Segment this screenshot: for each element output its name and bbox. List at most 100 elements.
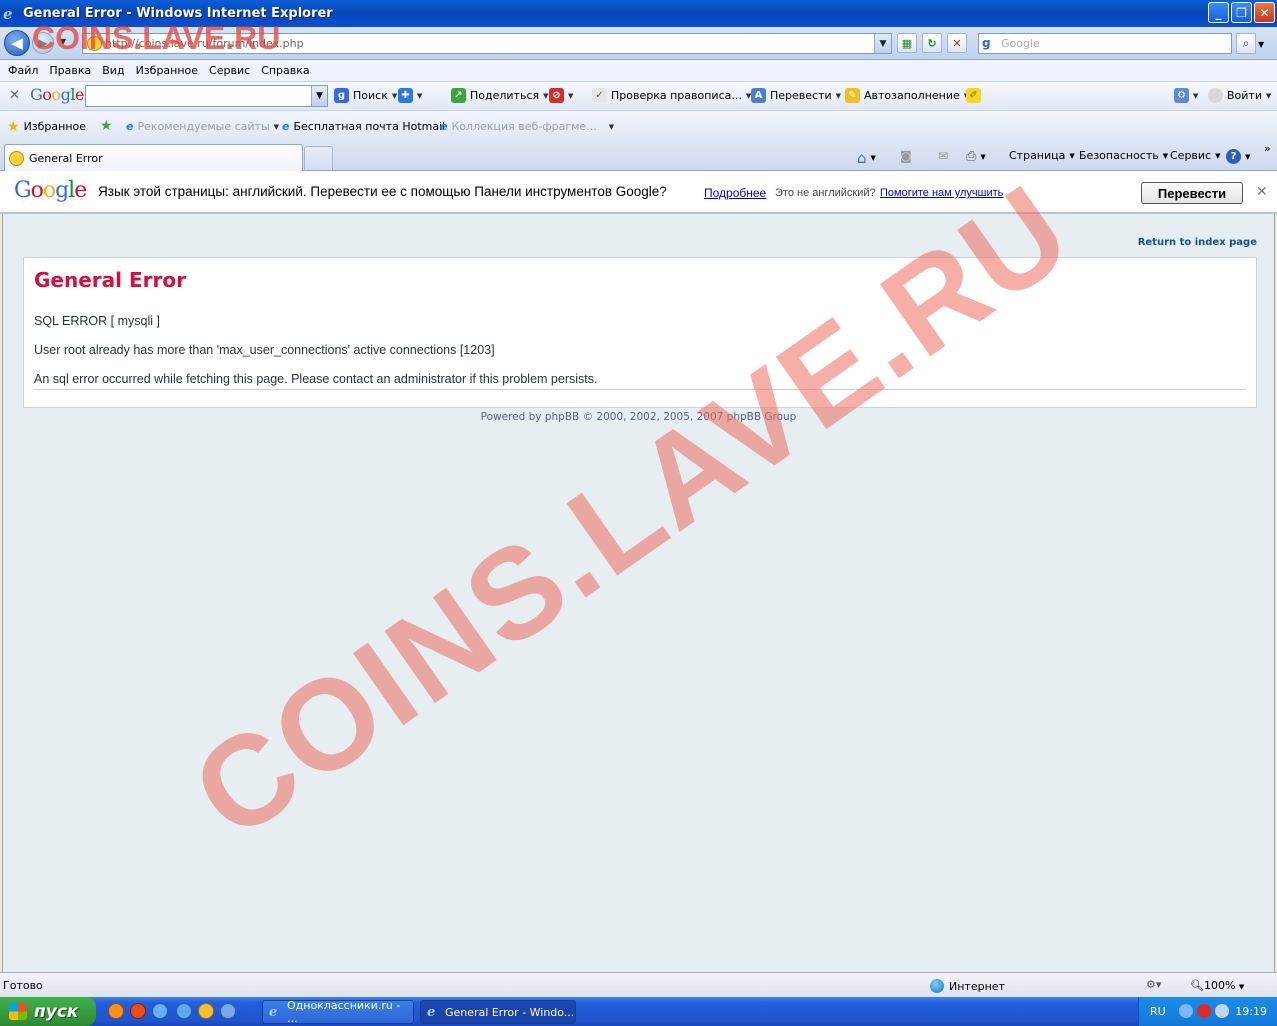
spellcheck-button[interactable]: ✓ Проверка правописа... ▼ — [592, 88, 751, 103]
chevron-down-icon[interactable]: ▼ — [836, 92, 841, 100]
address-dropdown-icon[interactable]: ▼ — [874, 34, 891, 53]
chevron-down-icon[interactable]: ▼ — [609, 123, 614, 131]
spellcheck-label: Проверка правописа... — [611, 89, 742, 102]
globe-icon — [930, 979, 944, 993]
close-button[interactable]: ✕ — [1254, 2, 1275, 23]
tray-chevron-icon[interactable] — [1179, 1004, 1193, 1018]
popup-blocker-button[interactable]: ⊘ ▼ — [549, 88, 573, 103]
menu-view[interactable]: Вид — [102, 64, 124, 77]
webslices-link[interactable]: e Коллекция веб-фрагме... ▼ — [440, 120, 614, 133]
chevron-down-icon[interactable]: ▼ — [274, 123, 279, 131]
google-toolbar-search-input[interactable]: ▼ — [85, 85, 328, 107]
chevron-down-icon[interactable]: ▼ — [1193, 92, 1198, 100]
chevron-down-icon[interactable]: ▼ — [871, 154, 876, 162]
safety-menu-button[interactable]: Безопасность ▼ — [1079, 149, 1168, 162]
tray-antivirus-icon[interactable] — [1197, 1004, 1211, 1018]
close-translate-bar-icon[interactable]: ✕ — [1256, 184, 1268, 200]
more-chevron-button[interactable]: » — [1264, 142, 1271, 155]
chevron-down-icon[interactable]: ▼ — [980, 153, 985, 161]
quicklaunch-browser-icon[interactable] — [152, 1003, 168, 1019]
chevron-down-icon[interactable]: ▼ — [1215, 152, 1220, 160]
add-favorites-button[interactable]: ★ — [100, 119, 113, 133]
chevron-down-icon[interactable]: ▼ — [543, 92, 548, 100]
search-button[interactable]: ⌕ — [1236, 33, 1256, 54]
translate-more-link[interactable]: Подробнее — [704, 186, 766, 200]
tab-general-error[interactable]: General Error — [4, 144, 303, 171]
back-button[interactable]: ◀ — [4, 30, 30, 56]
wrench-icon: ⚙ — [1174, 88, 1189, 103]
favorites-label: Избранное — [23, 120, 87, 133]
menu-edit[interactable]: Правка — [49, 64, 91, 77]
minimize-button[interactable]: _ — [1208, 2, 1229, 23]
menu-help[interactable]: Справка — [261, 64, 309, 77]
media-player-icon[interactable] — [198, 1003, 214, 1019]
menu-tools[interactable]: Сервис — [209, 64, 250, 77]
share-label: Поделиться — [470, 89, 540, 102]
chevron-down-icon[interactable]: ▼ — [1069, 152, 1074, 160]
search-options-dropdown-icon[interactable]: ▼ — [1258, 40, 1264, 49]
show-desktop-icon[interactable] — [220, 1003, 236, 1019]
chevron-down-icon[interactable]: ▼ — [1245, 153, 1250, 161]
home-button[interactable]: ⌂ ▼ — [857, 149, 876, 167]
return-to-index-link[interactable]: Return to index page — [1138, 237, 1257, 248]
mail-button[interactable]: ✉ — [938, 149, 948, 163]
taskbar-item-general-error[interactable]: e General Error - Windo... — [420, 1000, 576, 1024]
maximize-button[interactable]: ❐ — [1231, 2, 1252, 23]
stop-icon[interactable]: ✕ — [947, 33, 967, 53]
signin-button[interactable]: Войти ▼ — [1208, 88, 1271, 103]
highlighter-button[interactable]: ✐ — [966, 88, 981, 103]
chevron-down-icon[interactable]: ▼ — [1239, 983, 1244, 991]
autofill-icon: ✎ — [845, 88, 860, 103]
suggested-sites-link[interactable]: e Рекомендуемые сайты ▼ — [126, 120, 279, 133]
help-menu-button[interactable]: ? ▼ — [1226, 149, 1250, 164]
protected-mode-icon[interactable]: ⚙▾ — [1146, 978, 1161, 991]
menu-file[interactable]: Файл — [8, 64, 38, 77]
zoom-level[interactable]: 🔍︎100% ▼ — [1190, 979, 1244, 992]
webslices-label: Коллекция веб-фрагме... — [451, 120, 597, 133]
start-button[interactable]: пуск — [0, 997, 96, 1026]
google-plus-button[interactable]: ✚ ▼ — [398, 88, 422, 103]
language-indicator[interactable]: RU — [1150, 1005, 1166, 1018]
chevron-down-icon[interactable]: ▼ — [568, 92, 573, 100]
translate-page-button[interactable]: Перевести — [1141, 182, 1243, 204]
google-search-dropdown-icon[interactable]: ▼ — [311, 86, 327, 106]
print-button[interactable]: ⎙ ▼ — [966, 149, 986, 164]
menu-favorites[interactable]: Избранное — [136, 64, 198, 77]
taskbar-item-odnoklassniki[interactable]: e Одноклассники.ru - ... — [262, 999, 414, 1025]
window-controls: _ ❐ ✕ — [1208, 2, 1275, 23]
chevron-down-icon[interactable]: ▼ — [417, 92, 422, 100]
translate-button[interactable]: A Перевести ▼ — [751, 88, 841, 103]
tools-menu-button[interactable]: Сервис ▼ — [1170, 149, 1221, 162]
window-title: General Error - Windows Internet Explore… — [23, 6, 333, 21]
google-g-icon: g — [334, 88, 349, 103]
menu-bar: Файл Правка Вид Избранное Сервис Справка — [0, 60, 1277, 82]
quicklaunch-app-icon[interactable] — [108, 1003, 124, 1019]
google-toolbar: ✕ Google ▼ g Поиск ▼ ✚ ▼ ↗ Поделиться ▼ … — [0, 82, 1277, 111]
settings-wrench-button[interactable]: ⚙ ▼ — [1174, 88, 1198, 103]
firefox-icon[interactable] — [130, 1003, 146, 1019]
popup-blocker-icon: ⊘ — [549, 88, 564, 103]
toolbar-close-icon[interactable]: ✕ — [9, 88, 20, 103]
watermark-top: COINS.LAVE.RU — [32, 20, 281, 56]
chevron-down-icon[interactable]: ▼ — [1266, 92, 1271, 100]
tools-menu-label: Сервис — [1170, 149, 1212, 162]
hotmail-label: Бесплатная почта Hotmail — [293, 120, 446, 133]
autofill-button[interactable]: ✎ Автозаполнение ▼ — [845, 88, 969, 103]
google-search-button[interactable]: g Поиск ▼ — [334, 88, 397, 103]
chevron-down-icon[interactable]: ▼ — [1163, 152, 1168, 160]
home-icon: ⌂ — [857, 149, 867, 167]
page-menu-button[interactable]: Страница ▼ — [1009, 149, 1075, 162]
tray-network-icon[interactable] — [1215, 1004, 1229, 1018]
internet-explorer-icon[interactable] — [176, 1003, 192, 1019]
chevron-down-icon[interactable]: ▼ — [392, 92, 397, 100]
favorites-button[interactable]: ★ Избранное — [7, 120, 87, 134]
refresh-icon[interactable]: ↻ — [922, 33, 942, 53]
hotmail-link[interactable]: e Бесплатная почта Hotmail — [282, 120, 445, 133]
clock[interactable]: 19:19 — [1235, 1005, 1267, 1018]
share-button[interactable]: ↗ Поделиться ▼ — [451, 88, 549, 103]
search-input[interactable]: g Google — [978, 33, 1232, 54]
compatibility-view-icon[interactable]: ▦ — [897, 33, 917, 53]
feeds-button[interactable]: ◙ — [900, 149, 912, 163]
security-zone[interactable]: Интернет — [930, 979, 1005, 993]
new-tab-button[interactable] — [304, 146, 333, 170]
